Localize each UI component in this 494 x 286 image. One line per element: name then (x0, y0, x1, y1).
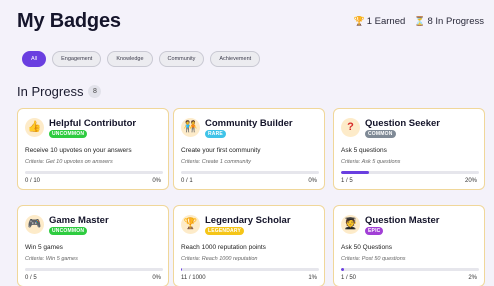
earned-count: 1 Earned (366, 15, 406, 27)
progress-count: 0 / 1 (181, 178, 193, 184)
in-progress-count: 8 In Progress (427, 15, 485, 27)
in-progress-stat: ⏳ 8 In Progress (414, 16, 484, 27)
page-header: My Badges 🏆 1 Earned ⏳ 8 In Progress (0, 0, 494, 42)
badge-name: Legendary Scholar (205, 215, 291, 226)
progress-track (341, 171, 479, 174)
earned-stat: 🏆 1 Earned (354, 16, 406, 27)
progress-fill (341, 268, 344, 271)
badge-card-question-seeker[interactable]: ? Question Seeker COMMON Ask 5 questions… (333, 108, 485, 190)
progress-percent: 1% (308, 275, 317, 281)
progress-percent: 20% (464, 178, 477, 184)
badge-description: Ask 5 questions (341, 147, 387, 154)
badge-name: Game Master (49, 215, 109, 226)
trophy-icon: 🏆 (181, 215, 200, 234)
section-count-badge: 8 (88, 85, 102, 98)
rarity-badge: COMMON (365, 130, 396, 138)
filter-achievement[interactable]: Achievement (210, 51, 261, 67)
badge-card-game-master[interactable]: 🎮 Game Master UNCOMMON Win 5 games Crite… (17, 205, 169, 286)
progress-percent: 2% (468, 275, 477, 281)
badge-description: Ask 50 Questions (341, 244, 392, 251)
progress-percent: 0% (308, 178, 317, 184)
filter-knowledge[interactable]: Knowledge (107, 51, 153, 67)
badge-criteria: Criteria: Get 10 upvotes on answers (25, 159, 113, 165)
rarity-badge: EPIC (365, 227, 384, 235)
badge-card-community-builder[interactable]: 🧑‍🤝‍🧑 Community Builder RARE Create your… (173, 108, 325, 190)
trophy-icon: 🏆 (353, 15, 365, 26)
progress-track (341, 268, 479, 271)
progress-count: 1 / 5 (341, 178, 353, 184)
scholar-icon: 🧑‍🎓 (341, 215, 360, 234)
progress-track (181, 268, 319, 271)
badge-description: Create your first community (181, 147, 261, 154)
progress-count: 1 / 50 (341, 275, 357, 281)
progress-percent: 0% (152, 178, 161, 184)
thumbs-up-icon: 👍 (25, 118, 44, 137)
progress-count: 11 / 1000 (181, 275, 206, 281)
badge-description: Reach 1000 reputation points (181, 244, 266, 251)
badge-description: Receive 10 upvotes on your answers (25, 147, 132, 154)
badge-card-legendary-scholar[interactable]: 🏆 Legendary Scholar LEGENDARY Reach 1000… (173, 205, 325, 286)
rarity-badge: UNCOMMON (49, 227, 88, 235)
badge-criteria: Criteria: Win 5 games (25, 256, 78, 262)
badge-stats: 🏆 1 Earned ⏳ 8 In Progress (354, 16, 485, 27)
rarity-badge: LEGENDARY (205, 227, 245, 235)
badge-criteria: Criteria: Post 50 questions (341, 256, 406, 262)
filter-engagement[interactable]: Engagement (52, 51, 102, 67)
badge-card-question-master[interactable]: 🧑‍🎓 Question Master EPIC Ask 50 Question… (333, 205, 485, 286)
hourglass-icon: ⏳ (414, 15, 426, 26)
filter-all[interactable]: All (22, 51, 47, 67)
section-heading: In Progress 8 (17, 84, 102, 99)
badge-criteria: Criteria: Ask 5 questions (341, 159, 401, 165)
question-mark-icon: ? (341, 118, 360, 137)
progress-fill (181, 268, 183, 271)
badge-criteria: Criteria: Reach 1000 reputation (181, 256, 258, 262)
people-icon: 🧑‍🤝‍🧑 (181, 118, 200, 137)
badge-card-helpful-contributor[interactable]: 👍 Helpful Contributor UNCOMMON Receive 1… (17, 108, 169, 190)
progress-fill (341, 171, 369, 174)
badge-name: Community Builder (205, 118, 293, 129)
badge-name: Question Seeker (365, 118, 440, 129)
rarity-badge: UNCOMMON (49, 130, 88, 138)
category-filters: All Engagement Knowledge Community Achie… (22, 51, 261, 67)
badge-description: Win 5 games (25, 244, 63, 251)
badge-name: Question Master (365, 215, 440, 226)
badge-name: Helpful Contributor (49, 118, 137, 129)
game-controller-icon: 🎮 (25, 215, 44, 234)
progress-count: 0 / 10 (25, 178, 41, 184)
page-title: My Badges (17, 9, 121, 32)
section-title: In Progress (17, 84, 84, 99)
filter-community[interactable]: Community (158, 51, 205, 67)
progress-percent: 0% (152, 275, 161, 281)
progress-track (25, 268, 163, 271)
progress-track (25, 171, 163, 174)
badge-criteria: Criteria: Create 1 community (181, 159, 251, 165)
progress-count: 0 / 5 (25, 275, 37, 281)
progress-track (181, 171, 319, 174)
rarity-badge: RARE (205, 130, 226, 138)
